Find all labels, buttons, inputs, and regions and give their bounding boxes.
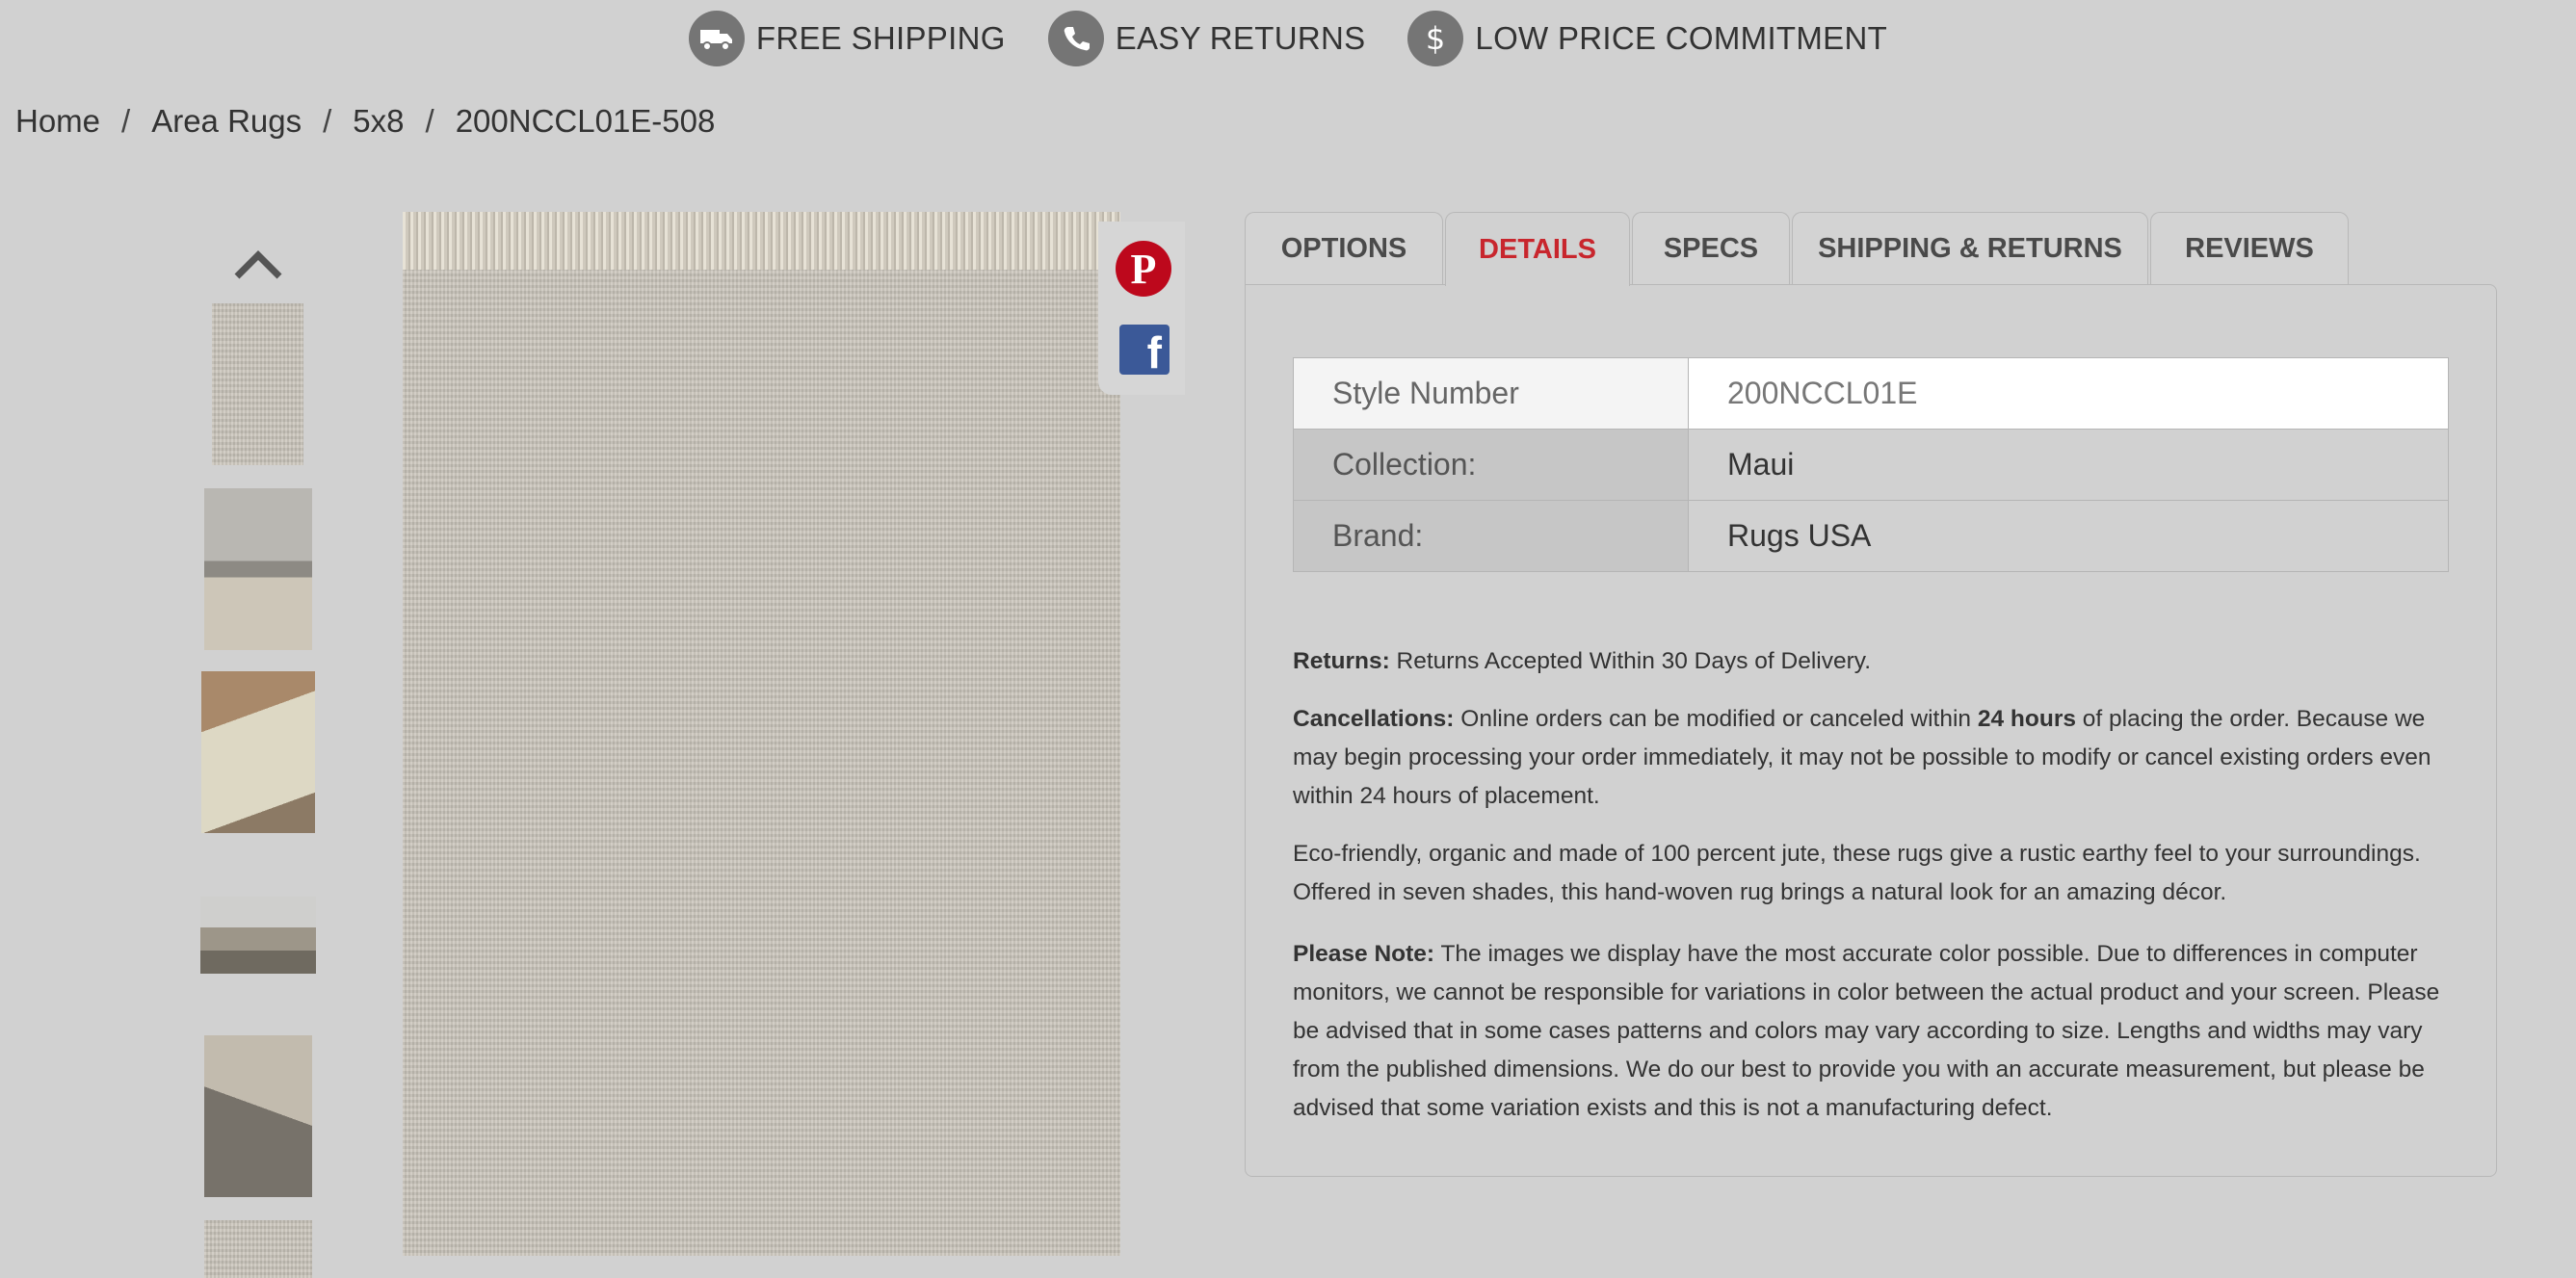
thumbnail-rug-flat[interactable]	[212, 303, 303, 465]
breadcrumb-separator: /	[425, 103, 434, 139]
returns-info: Returns: Returns Accepted Within 30 Days…	[1293, 642, 2458, 681]
thumbnail-corner-detail[interactable]	[204, 1035, 312, 1197]
breadcrumb-size[interactable]: 5x8	[353, 103, 404, 140]
detail-key: Collection:	[1293, 429, 1689, 501]
benefit-label: EASY RETURNS	[1115, 20, 1366, 56]
benefit-low-price: $ LOW PRICE COMMITMENT	[1407, 11, 1887, 66]
breadcrumb-current: 200NCCL01E-508	[455, 103, 716, 139]
cancellations-text: Online orders can be modified or cancele…	[1460, 706, 1972, 732]
cancellations-label: Cancellations:	[1293, 706, 1455, 732]
detail-value: Maui	[1688, 429, 2449, 501]
rug-fringe	[403, 212, 1120, 270]
breadcrumb-separator: /	[121, 103, 131, 139]
tab-reviews[interactable]: REVIEWS	[2150, 212, 2349, 285]
detail-value: Rugs USA	[1688, 500, 2449, 572]
svg-text:$: $	[1426, 22, 1445, 55]
table-row: Brand: Rugs USA	[1293, 500, 2449, 572]
details-panel: Style Number 200NCCL01E Collection: Maui…	[1245, 284, 2497, 1177]
cancellations-info: Cancellations: Online orders can be modi…	[1293, 700, 2458, 816]
tab-shipping-returns[interactable]: SHIPPING & RETURNS	[1792, 212, 2148, 285]
thumbnail-living-room[interactable]	[200, 897, 316, 974]
dollar-icon: $	[1407, 11, 1464, 66]
details-table: Style Number 200NCCL01E Collection: Maui…	[1293, 357, 2449, 572]
truck-icon	[688, 11, 745, 66]
please-note-label: Please Note:	[1293, 941, 1435, 967]
detail-key: Brand:	[1293, 500, 1689, 572]
table-row: Style Number 200NCCL01E	[1293, 357, 2449, 430]
tab-specs[interactable]: SPECS	[1632, 212, 1790, 285]
description-text: Eco-friendly, organic and made of 100 pe…	[1293, 841, 2421, 905]
thumbnail-runner[interactable]	[201, 671, 315, 833]
product-tabs: OPTIONS DETAILS SPECS SHIPPING & RETURNS…	[1245, 212, 2351, 286]
product-description: Eco-friendly, organic and made of 100 pe…	[1293, 835, 2458, 912]
thumbnail-room-scene[interactable]	[204, 488, 312, 650]
main-product-image[interactable]	[403, 212, 1120, 1256]
returns-text: Returns Accepted Within 30 Days of Deliv…	[1396, 648, 1872, 674]
benefit-easy-returns: EASY RETURNS	[1047, 11, 1366, 66]
breadcrumb-area-rugs[interactable]: Area Rugs	[151, 103, 302, 140]
phone-icon	[1047, 11, 1104, 66]
chevron-up-icon[interactable]	[233, 248, 283, 280]
detail-key: Style Number	[1293, 357, 1689, 430]
thumbnail-strip	[193, 236, 323, 1278]
returns-label: Returns:	[1293, 648, 1390, 674]
tab-details[interactable]: DETAILS	[1445, 212, 1630, 286]
benefit-label: FREE SHIPPING	[755, 20, 1006, 56]
benefits-bar: FREE SHIPPING EASY RETURNS $ LOW PRICE C…	[0, 0, 2576, 77]
please-note-info: Please Note: The images we display have …	[1293, 935, 2458, 1128]
pinterest-icon[interactable]: P	[1116, 241, 1171, 297]
tab-options[interactable]: OPTIONS	[1245, 212, 1443, 285]
thumbnail-texture-closeup[interactable]	[204, 1220, 312, 1278]
breadcrumb-home[interactable]: Home	[15, 103, 100, 140]
detail-value: 200NCCL01E	[1688, 357, 2449, 430]
table-row: Collection: Maui	[1293, 429, 2449, 501]
breadcrumb-separator: /	[323, 103, 332, 139]
please-note-text: The images we display have the most accu…	[1293, 941, 2440, 1121]
breadcrumb: Home / Area Rugs / 5x8 / 200NCCL01E-508	[15, 98, 715, 144]
cancellations-hours: 24 hours	[1977, 706, 2076, 732]
benefit-label: LOW PRICE COMMITMENT	[1475, 20, 1888, 56]
benefit-free-shipping: FREE SHIPPING	[688, 11, 1006, 66]
facebook-icon[interactable]: f	[1119, 325, 1170, 375]
